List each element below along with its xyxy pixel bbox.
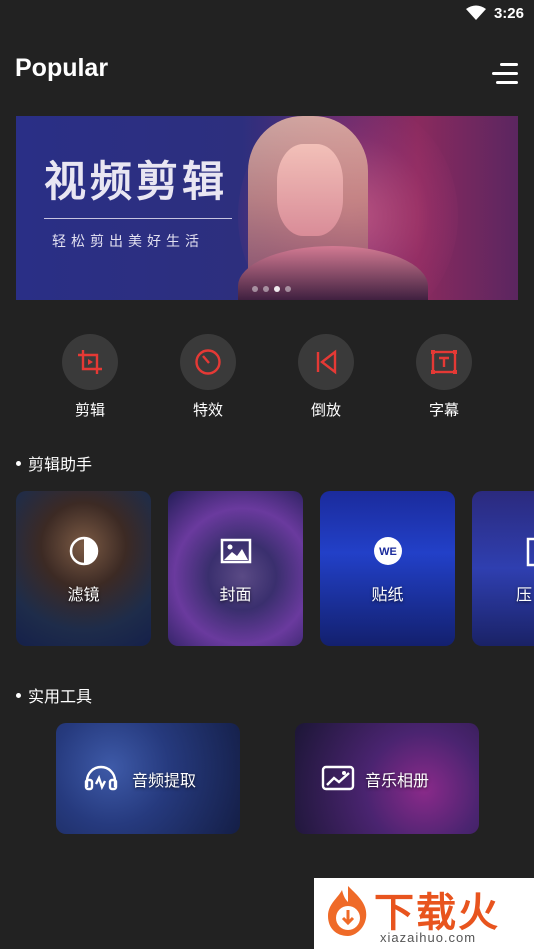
banner-divider: [44, 218, 232, 219]
crop-icon: [78, 350, 102, 374]
bullet-icon: [16, 693, 21, 698]
tool-reverse-label: 倒放: [310, 401, 341, 419]
card-music-album[interactable]: 音乐相册: [295, 723, 479, 834]
flame-logo-icon: [328, 886, 367, 936]
text-icon: [431, 350, 457, 374]
tool-effects-circle[interactable]: [180, 334, 236, 390]
headphones-icon: [84, 765, 118, 791]
card-compress[interactable]: 压: [472, 491, 534, 646]
utilities-section-label: 实用工具: [28, 687, 93, 706]
tool-reverse[interactable]: 倒放: [286, 334, 366, 420]
page-title: Popular: [15, 54, 109, 82]
reverse-icon: [316, 349, 337, 375]
sticker-icon: WE: [373, 537, 402, 565]
card-music-album-label: 音乐相册: [365, 771, 430, 790]
card-cover[interactable]: 封面: [168, 491, 303, 646]
image-icon: [220, 538, 251, 564]
tool-subtitle-label: 字幕: [428, 401, 459, 419]
card-sticker[interactable]: WE 贴纸: [320, 491, 455, 646]
tool-subtitle-circle[interactable]: [416, 334, 472, 390]
utilities-section-title: 实用工具: [16, 683, 92, 707]
card-compress-label: 压: [516, 585, 533, 604]
menu-icon[interactable]: [492, 63, 518, 85]
assistant-section-title: 剪辑助手: [16, 451, 92, 475]
card-audio-extract-label: 音频提取: [132, 771, 197, 790]
tool-effects[interactable]: 特效: [168, 334, 248, 420]
banner-dot[interactable]: [252, 286, 258, 292]
banner-dot[interactable]: [263, 286, 269, 292]
tool-effects-label: 特效: [192, 401, 223, 419]
tool-subtitle[interactable]: 字幕: [404, 334, 484, 420]
card-cover-label: 封面: [219, 585, 252, 604]
bullet-icon: [16, 461, 21, 466]
banner-pagination[interactable]: [252, 286, 291, 292]
tool-reverse-circle[interactable]: [298, 334, 354, 390]
status-bar: 3:26: [0, 0, 534, 30]
banner-dot-active[interactable]: [274, 286, 280, 292]
svg-text:WE: WE: [379, 546, 397, 558]
tool-edit-circle[interactable]: [62, 334, 118, 390]
tool-edit-label: 剪辑: [74, 401, 105, 419]
card-sticker-label: 贴纸: [371, 585, 404, 604]
banner-subtitle: 轻松剪出美好生活: [52, 234, 204, 250]
banner-title: 视频剪辑: [44, 157, 229, 206]
dial-icon: [195, 349, 221, 375]
promo-banner[interactable]: 视频剪辑 轻松剪出美好生活: [16, 116, 518, 300]
watermark: 下载火 xiazaihuo.com: [314, 878, 534, 949]
watermark-url: xiazaihuo.com: [380, 930, 477, 945]
banner-dot[interactable]: [285, 286, 291, 292]
filter-icon: [69, 536, 98, 566]
compress-icon: [526, 537, 534, 567]
card-audio-extract[interactable]: 音频提取: [56, 723, 240, 834]
tool-edit[interactable]: 剪辑: [50, 334, 130, 420]
card-filter[interactable]: 滤镜: [16, 491, 151, 646]
status-time: 3:26: [493, 5, 524, 22]
wifi-icon: [466, 5, 486, 20]
card-filter-label: 滤镜: [67, 585, 100, 604]
banner-model-face: [277, 144, 343, 236]
assistant-section-label: 剪辑助手: [28, 455, 93, 474]
album-icon: [321, 765, 355, 791]
